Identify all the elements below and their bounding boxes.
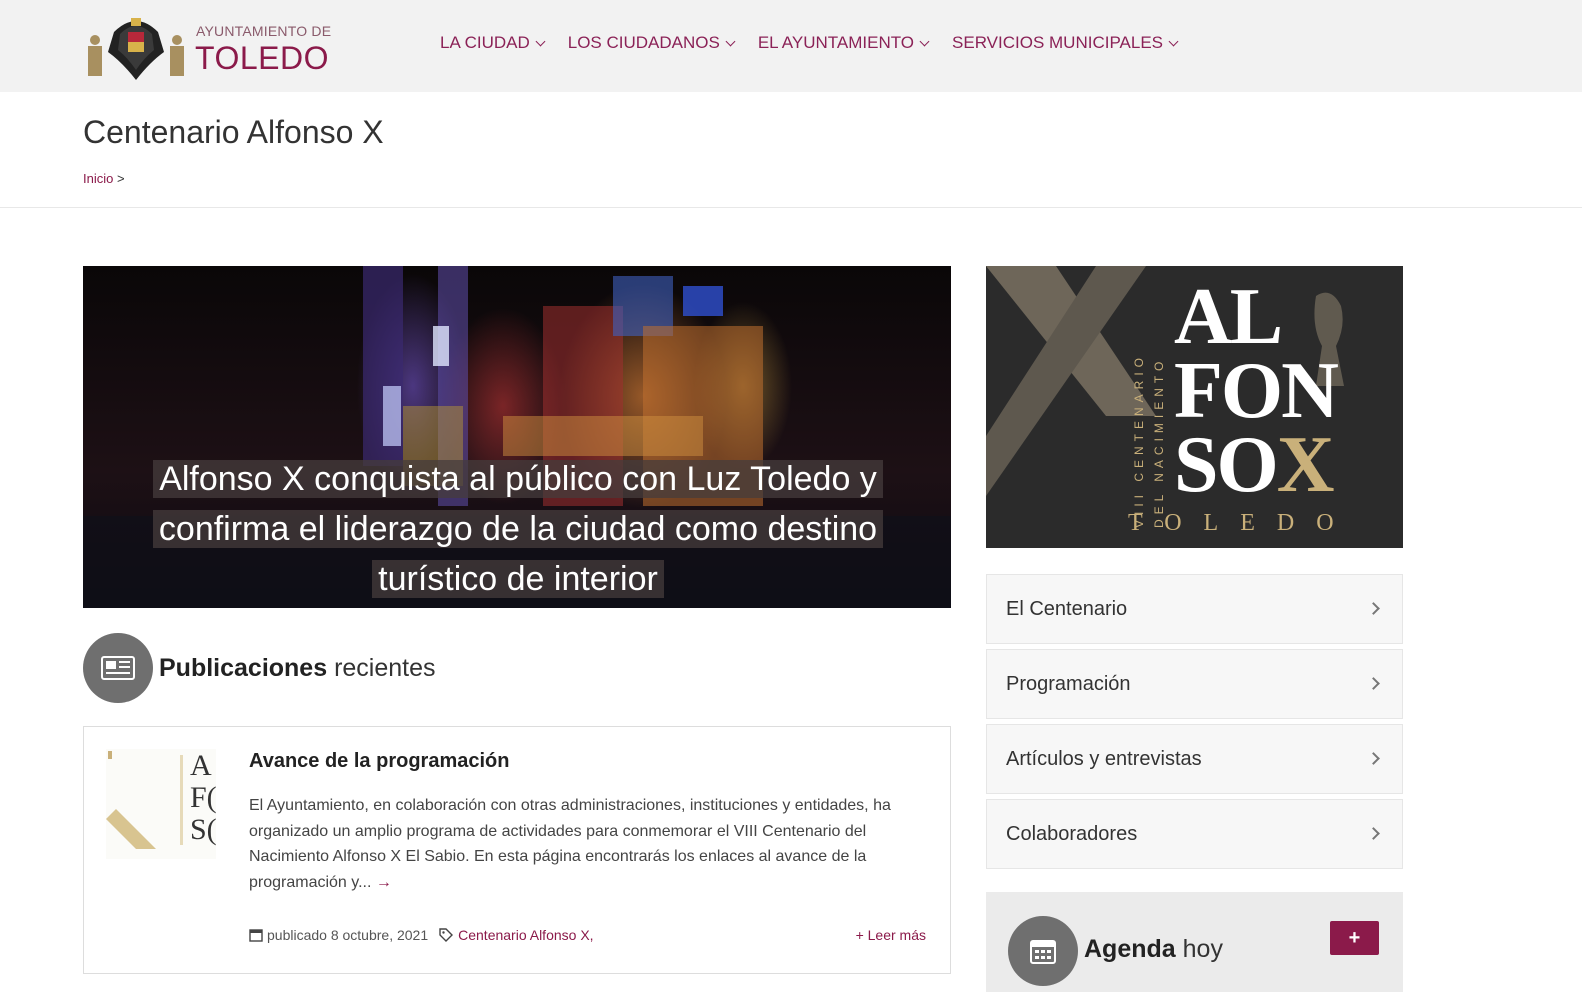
newspaper-icon: [83, 633, 153, 703]
hero-caption[interactable]: Alfonso X conquista al público con Luz T…: [123, 454, 913, 604]
hero-caption-line: Alfonso X conquista al público con Luz T…: [153, 460, 883, 498]
post-title[interactable]: Avance de la programación: [249, 750, 509, 773]
nav-label: SERVICIOS MUNICIPALES: [952, 33, 1164, 52]
page-title: Centenario Alfonso X: [83, 114, 384, 150]
post-excerpt-text: El Ayuntamiento, en colaboración con otr…: [249, 797, 891, 891]
sidebar-item-colaboradores[interactable]: Colaboradores: [986, 799, 1403, 869]
main-nav: LA CIUDAD LOS CIUDADANOS EL AYUNTAMIENTO…: [440, 33, 1179, 53]
banner-vertical-text: VIII CENTENARIO: [1132, 352, 1146, 528]
chevron-down-icon: [919, 36, 930, 46]
banner-line: FON: [1174, 347, 1339, 435]
banner-vertical-text: DEL NACIMIENTO: [1152, 356, 1166, 528]
chevron-right-icon: [1367, 602, 1380, 615]
heading-light: recientes: [334, 653, 436, 682]
post-excerpt: El Ayuntamiento, en colaboración con otr…: [249, 793, 939, 895]
breadcrumb: Inicio >: [83, 171, 125, 186]
thumbnail-letter: A: [190, 749, 212, 782]
logo-subtitle: AYUNTAMIENTO DE: [196, 23, 332, 39]
banner-line: SOX: [1174, 425, 1337, 505]
hero-caption-line: confirma el liderazgo de la ciudad como …: [152, 510, 884, 548]
sidebar-item-el-centenario[interactable]: El Centenario: [986, 574, 1403, 644]
coat-of-arms-icon: [88, 18, 184, 80]
breadcrumb-home-link[interactable]: Inicio: [83, 171, 113, 186]
tag-icon: [439, 928, 454, 942]
chevron-right-icon: [1367, 752, 1380, 765]
nav-el-ayuntamiento[interactable]: EL AYUNTAMIENTO: [757, 33, 930, 53]
banner-title: AL FON SOX: [1174, 273, 1339, 505]
nav-label: LOS CIUDADANOS: [567, 33, 720, 52]
nav-label: LA CIUDAD: [440, 33, 530, 52]
publications-heading-text: Publicaciones recientes: [159, 654, 436, 683]
banner-line: AL: [1174, 273, 1283, 361]
site-logo[interactable]: AYUNTAMIENTO DE TOLEDO: [84, 12, 344, 84]
sidebar-item-articulos[interactable]: Artículos y entrevistas: [986, 724, 1403, 794]
post-date: publicado 8 octubre, 2021: [267, 927, 429, 943]
calendar-icon: [249, 929, 263, 942]
read-more-link[interactable]: + Leer más: [856, 927, 926, 943]
sidebar-item-label: Colaboradores: [1006, 822, 1138, 845]
alfonso-x-banner[interactable]: VIII CENTENARIO DEL NACIMIENTO AL FON SO…: [986, 266, 1403, 548]
nav-los-ciudadanos[interactable]: LOS CIUDADANOS: [567, 33, 736, 53]
post-thumbnail[interactable]: A F( S(: [106, 749, 216, 859]
calendar-icon: [1008, 916, 1078, 986]
banner-city: TOLEDO: [1128, 510, 1356, 536]
sidebar-item-programacion[interactable]: Programación: [986, 649, 1403, 719]
thumbnail-letter: S(: [190, 813, 216, 846]
chevron-down-icon: [725, 36, 736, 46]
sidebar-item-label: Programación: [1006, 672, 1131, 695]
agenda-heading-light: hoy: [1182, 935, 1223, 963]
nav-servicios-municipales[interactable]: SERVICIOS MUNICIPALES: [952, 33, 1179, 53]
sidebar-item-label: Artículos y entrevistas: [1006, 747, 1202, 770]
page-title-bar: Centenario Alfonso X Inicio >: [0, 92, 1582, 208]
chevron-right-icon: [1367, 677, 1380, 690]
nav-label: EL AYUNTAMIENTO: [757, 33, 915, 52]
agenda-widget: Agenda hoy +: [986, 892, 1403, 992]
heading-bold: Publicaciones: [159, 653, 328, 682]
post-meta: publicado 8 octubre, 2021 Centenario Alf…: [249, 927, 594, 943]
site-header: AYUNTAMIENTO DE TOLEDO LA CIUDAD LOS CIU…: [0, 0, 1582, 92]
nav-la-ciudad[interactable]: LA CIUDAD: [440, 33, 546, 53]
hero-slide[interactable]: Alfonso X conquista al público con Luz T…: [83, 266, 951, 608]
banner-x-letter: X: [1276, 421, 1335, 509]
agenda-add-button[interactable]: +: [1330, 921, 1379, 955]
hero-caption-line: turístico de interior: [372, 560, 664, 598]
arrow-right-icon[interactable]: →: [376, 874, 392, 891]
agenda-heading: Agenda hoy: [1084, 935, 1223, 964]
breadcrumb-separator: >: [116, 171, 125, 186]
banner-line-text: SO: [1174, 421, 1279, 509]
post-card: A F( S( Avance de la programación El Ayu…: [83, 726, 951, 974]
post-category-link[interactable]: Centenario Alfonso X,: [458, 927, 593, 943]
publications-heading: Publicaciones recientes: [83, 633, 436, 703]
agenda-heading-bold: Agenda: [1084, 935, 1176, 963]
sidebar-item-label: El Centenario: [1006, 597, 1128, 620]
chevron-down-icon: [1168, 36, 1179, 46]
chevron-right-icon: [1367, 827, 1380, 840]
chevron-down-icon: [535, 36, 546, 46]
thumbnail-letter: F(: [190, 781, 216, 814]
logo-title: TOLEDO: [195, 40, 329, 76]
